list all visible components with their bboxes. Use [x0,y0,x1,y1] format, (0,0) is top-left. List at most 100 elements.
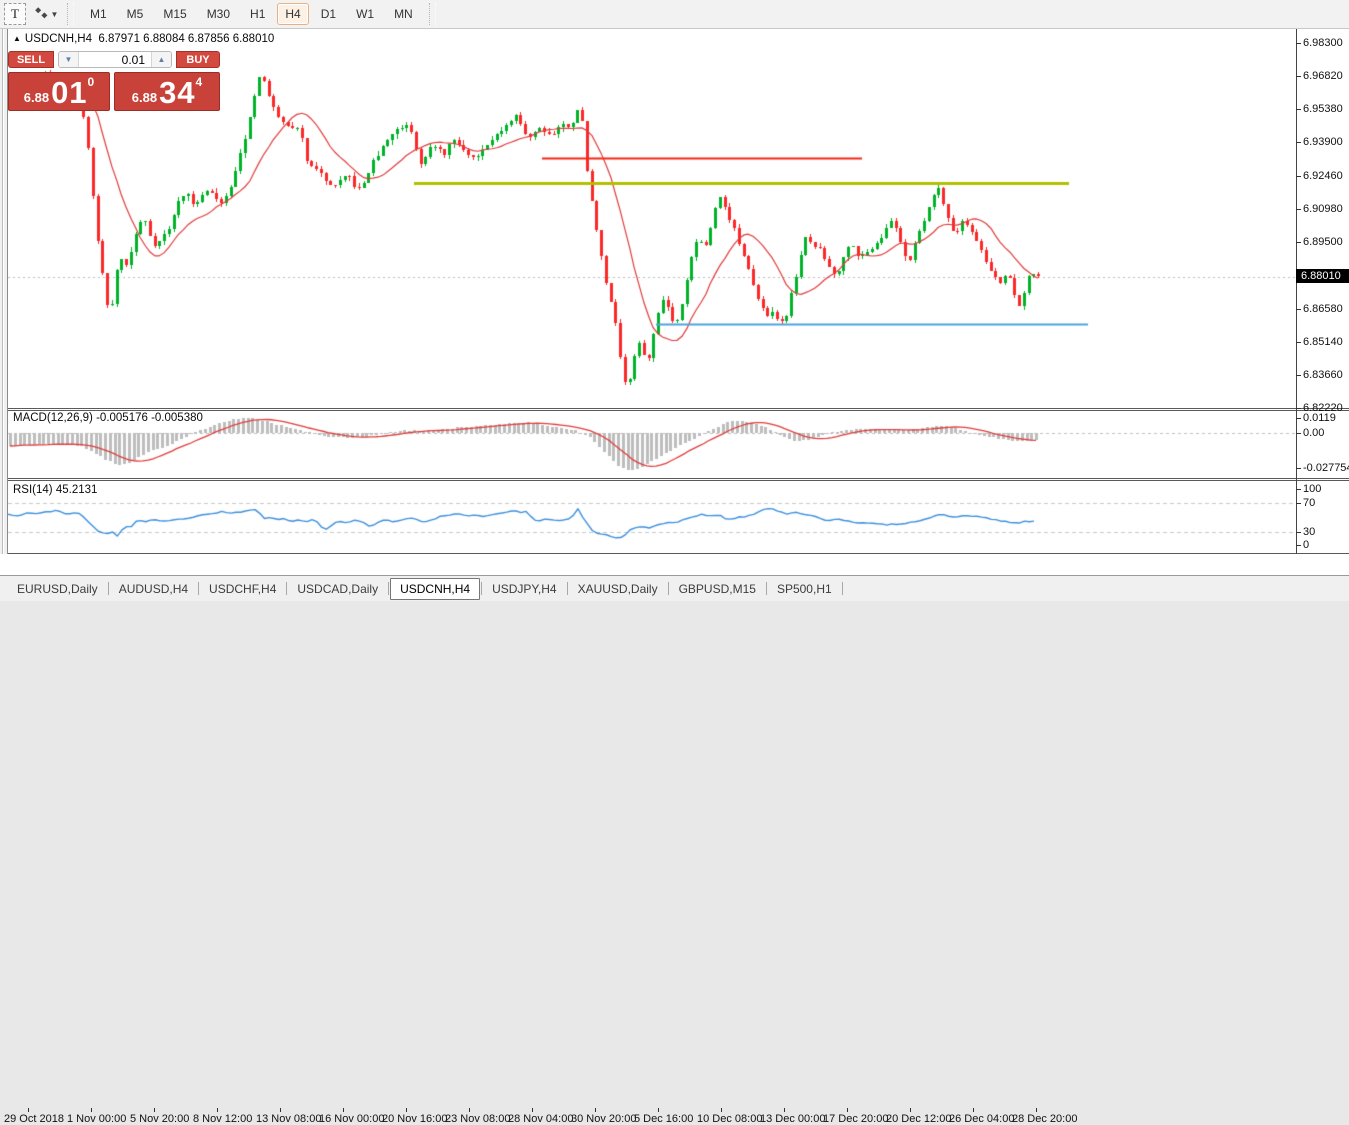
timeframe-m15[interactable]: M15 [155,3,194,25]
timeframe-button-group: M1M5M15M30H1H4D1W1MN [80,3,423,25]
price-tick-label: 6.83660 [1303,369,1343,381]
price-tick-mark [1296,176,1301,177]
price-tick-mark [1296,209,1301,210]
chart-tab-usdcnh-h4[interactable]: USDCNH,H4 [390,578,480,600]
chart-tab-usdcad-daily[interactable]: USDCAD,Daily [288,579,387,599]
timeframe-d1[interactable]: D1 [313,3,344,25]
time-tick-mark [847,1108,848,1112]
rsi-indicator-label: RSI(14) 45.2131 [13,484,97,496]
time-tick-mark [343,1108,344,1112]
rsi-current-value: 45.2131 [56,484,98,496]
buy-button[interactable]: BUY [176,51,220,68]
time-tick-mark [217,1108,218,1112]
rsi-tick-mark [1296,545,1301,546]
time-tick-mark [721,1108,722,1112]
macd-indicator-label: MACD(12,26,9) -0.005176 -0.005380 [13,412,203,424]
macd-tick-label: 0.00 [1303,427,1324,439]
price-tick-mark [1296,342,1301,343]
macd-tick-mark [1296,418,1301,419]
time-tick-label: 23 Nov 08:00 [445,1113,510,1125]
time-tick-label: 28 Nov 04:00 [508,1113,573,1125]
collapse-triangle-icon[interactable]: ▲ [13,34,21,43]
tab-separator [567,582,568,595]
time-tick-mark [154,1108,155,1112]
rsi-tick-mark [1296,532,1301,533]
macd-tick-mark [1296,433,1301,434]
rsi-canvas[interactable] [8,481,1296,553]
rsi-tick-label: 100 [1303,483,1321,495]
symbol-period-label: USDCNH,H4 [25,33,92,45]
timeframe-w1[interactable]: W1 [348,3,382,25]
rsi-tick-mark [1296,503,1301,504]
time-tick-mark [595,1108,596,1112]
tab-separator [286,582,287,595]
tab-separator [842,582,843,595]
price-tick-mark [1296,43,1301,44]
chart-tab-xauusd-daily[interactable]: XAUUSD,Daily [569,579,667,599]
sell-price-big: 01 [51,77,87,108]
sell-price-display[interactable]: 6.88 01 0 [8,72,110,111]
rsi-tick-label: 70 [1303,497,1315,509]
time-tick-label: 20 Dec 12:00 [886,1113,951,1125]
buy-price-small: 6.88 [132,90,157,105]
price-tick-label: 6.85140 [1303,336,1343,348]
chart-tab-sp500-h1[interactable]: SP500,H1 [768,579,841,599]
time-tick-mark [91,1108,92,1112]
time-tick-mark [532,1108,533,1112]
time-tick-mark [658,1108,659,1112]
tab-separator [481,582,482,595]
tab-separator [388,582,389,595]
chart-tab-gbpusd-m15[interactable]: GBPUSD,M15 [670,579,765,599]
time-scale[interactable]: 29 Oct 20181 Nov 00:005 Nov 20:008 Nov 1… [0,554,1349,576]
chart-tab-bar: EURUSD,DailyAUDUSD,H4USDCHF,H4USDCAD,Dai… [0,576,1349,601]
macd-current-values: -0.005176 -0.005380 [96,412,203,424]
time-tick-label: 5 Nov 20:00 [130,1113,189,1125]
time-tick-label: 28 Dec 20:00 [1012,1113,1077,1125]
objects-tool-button[interactable]: ▼ [31,4,61,24]
sell-button[interactable]: SELL [8,51,54,68]
timeframe-m30[interactable]: M30 [199,3,238,25]
chart-tab-eurusd-daily[interactable]: EURUSD,Daily [8,579,107,599]
volume-increase-button[interactable]: ▲ [151,52,171,67]
volume-decrease-button[interactable]: ▼ [59,52,79,67]
timeframe-h4[interactable]: H4 [277,3,308,25]
time-tick-mark [28,1108,29,1112]
time-tick-mark [973,1108,974,1112]
tab-separator [198,582,199,595]
time-tick-label: 29 Oct 2018 [4,1113,64,1125]
rsi-tick-label: 0 [1303,539,1309,551]
chevron-down-icon: ▼ [51,10,59,19]
text-tool-button[interactable]: T [4,3,26,25]
time-tick-label: 20 Nov 16:00 [382,1113,447,1125]
tab-separator [668,582,669,595]
timeframe-m5[interactable]: M5 [119,3,152,25]
toolbar: T ▼ M1M5M15M30H1H4D1W1MN [0,0,1349,29]
price-tick-label: 6.90980 [1303,203,1343,215]
volume-stepper: ▼ ▲ [58,51,172,68]
time-tick-mark [469,1108,470,1112]
toolbar-separator [429,3,436,25]
timeframe-h1[interactable]: H1 [242,3,273,25]
time-tick-mark [910,1108,911,1112]
time-tick-label: 13 Nov 08:00 [256,1113,321,1125]
chart-tab-audusd-h4[interactable]: AUDUSD,H4 [110,579,197,599]
rsi-tick-mark [1296,489,1301,490]
price-tick-label: 6.93900 [1303,136,1343,148]
tab-separator [108,582,109,595]
time-tick-label: 10 Dec 08:00 [697,1113,762,1125]
time-tick-label: 16 Nov 00:00 [319,1113,384,1125]
timeframe-mn[interactable]: MN [386,3,421,25]
timeframe-m1[interactable]: M1 [82,3,115,25]
chart-tab-usdchf-h4[interactable]: USDCHF,H4 [200,579,285,599]
chart-tab-usdjpy-h4[interactable]: USDJPY,H4 [483,579,565,599]
time-tick-label: 5 Dec 16:00 [634,1113,693,1125]
volume-input[interactable] [79,52,151,67]
rsi-tick-label: 30 [1303,526,1315,538]
price-tick-label: 6.98300 [1303,37,1343,49]
time-tick-mark [784,1108,785,1112]
buy-price-display[interactable]: 6.88 34 4 [114,72,220,111]
one-click-trading-panel: SELL ▼ ▲ BUY 6.88 01 0 6.88 34 4 [8,47,220,111]
macd-tick-mark [1296,468,1301,469]
buy-price-big: 34 [159,77,195,108]
time-tick-label: 8 Nov 12:00 [193,1113,252,1125]
